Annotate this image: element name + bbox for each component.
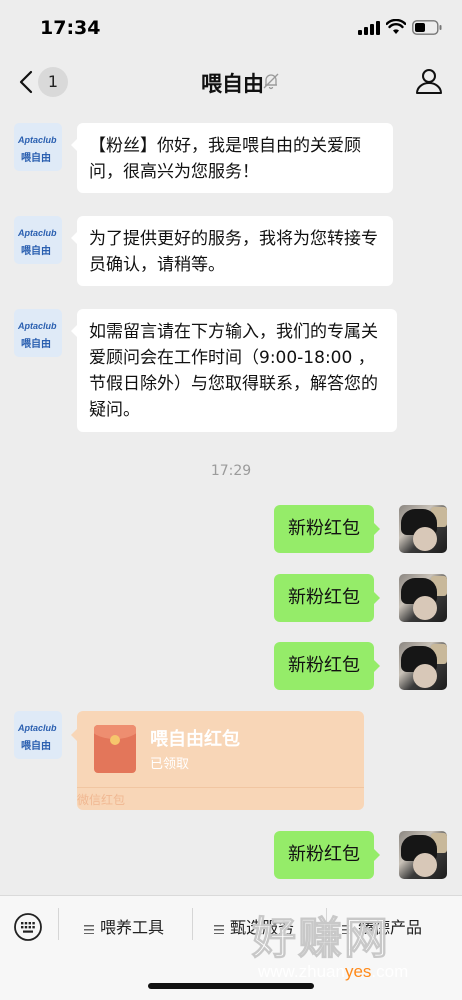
user-avatar[interactable] (399, 574, 447, 622)
watermark-url-suffix: .com (371, 962, 409, 981)
status-bar: 17:34 (0, 0, 462, 56)
menu-label: 喂养工具 (100, 918, 165, 937)
brand-logo-text: Aptaclub (18, 321, 57, 331)
watermark-url-highlight: yes (344, 962, 372, 981)
signal-icon (358, 21, 380, 35)
menu-list-icon (214, 923, 224, 934)
brand-logo-name: 喂自由 (21, 246, 51, 257)
user-avatar[interactable] (399, 642, 447, 690)
red-packet-footer: 微信红包 (77, 793, 126, 807)
brand-logo-text: Aptaclub (18, 135, 57, 145)
red-packet-card[interactable]: 喂自由红包 已领取 微信红包 (71, 711, 364, 810)
wifi-icon (386, 19, 406, 34)
battery-icon (412, 20, 442, 35)
watermark-url: www.zhuanyes.com (258, 962, 408, 982)
brand-avatar[interactable]: Aptaclub 喂自由 (14, 309, 62, 357)
message-bubble-outgoing[interactable]: 新粉红包 (274, 505, 380, 553)
toolbar-separator (192, 908, 193, 940)
watermark-logo: 好赚网 (252, 913, 390, 965)
chat-title: 喂自由 (201, 72, 264, 96)
brand-logo-text: Aptaclub (18, 723, 57, 733)
back-button[interactable]: 1 (14, 66, 70, 98)
message-bubble-outgoing[interactable]: 新粉红包 (274, 831, 380, 879)
chevron-left-icon (19, 70, 33, 94)
home-indicator[interactable] (148, 983, 314, 989)
brand-logo-name: 喂自由 (21, 741, 51, 752)
toolbar-separator (58, 908, 59, 940)
message-bubble-outgoing[interactable]: 新粉红包 (274, 642, 380, 690)
watermark-url-part: www.zhuan (258, 962, 345, 981)
red-packet-status: 已领取 (150, 757, 190, 772)
keyboard-icon[interactable] (13, 912, 43, 942)
message-bubble-incoming[interactable]: 【粉丝】你好，我是喂自由的关爱顾问，很高兴为您服务！ (71, 123, 393, 193)
brand-logo-text: Aptaclub (18, 228, 57, 238)
unread-badge: 1 (38, 67, 68, 97)
chat-header: 1 喂自由 (0, 56, 462, 108)
brand-avatar[interactable]: Aptaclub 喂自由 (14, 216, 62, 264)
chat-timestamp: 17:29 (210, 463, 252, 479)
red-packet-icon (94, 725, 136, 773)
mute-bell-icon (263, 73, 279, 90)
brand-logo-name: 喂自由 (21, 339, 51, 350)
brand-avatar[interactable]: Aptaclub 喂自由 (14, 123, 62, 171)
user-avatar[interactable] (399, 505, 447, 553)
menu-feeding-tools[interactable]: 喂养工具 (84, 914, 164, 938)
brand-avatar[interactable]: Aptaclub 喂自由 (14, 711, 62, 759)
profile-icon[interactable] (414, 66, 444, 96)
message-bubble-incoming[interactable]: 如需留言请在下方输入，我们的专属关爱顾问会在工作时间（9:00-18:00 ，节… (71, 309, 397, 432)
status-time: 17:34 (40, 17, 101, 39)
red-packet-divider (77, 787, 364, 788)
red-packet-title: 喂自由红包 (150, 729, 240, 750)
menu-list-icon (84, 923, 94, 934)
user-avatar[interactable] (399, 831, 447, 879)
brand-logo-name: 喂自由 (21, 153, 51, 164)
message-bubble-incoming[interactable]: 为了提供更好的服务，我将为您转接专员确认，请稍等。 (71, 216, 393, 286)
message-bubble-outgoing[interactable]: 新粉红包 (274, 574, 380, 622)
